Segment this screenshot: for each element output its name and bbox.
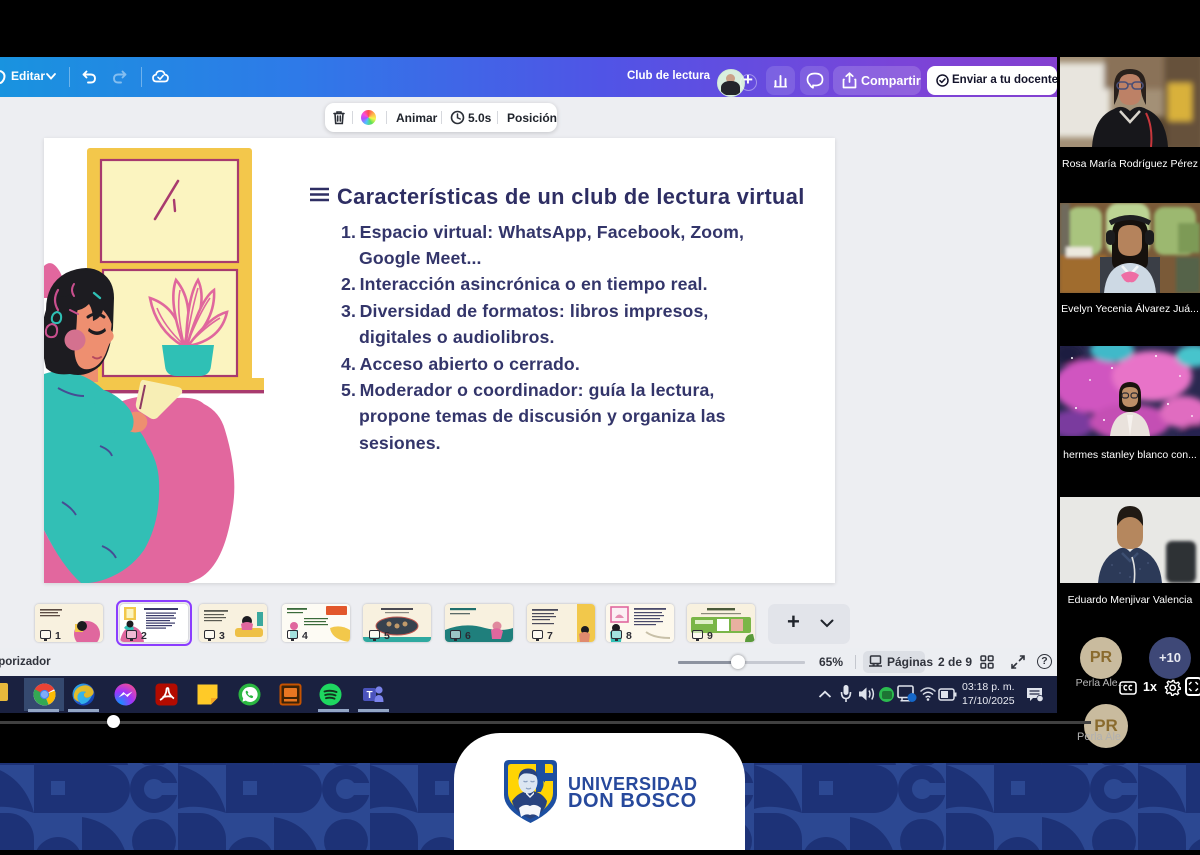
svg-text:T: T — [366, 690, 372, 701]
